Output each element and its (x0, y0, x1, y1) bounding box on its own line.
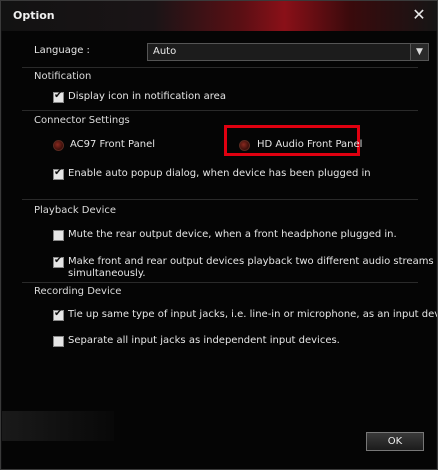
tie-up-checkbox[interactable] (53, 308, 64, 321)
dialog-content: Language : Auto ▼ Notification Display i… (2, 31, 438, 469)
divider (22, 67, 418, 68)
two-streams-label-line1: Make front and rear output devices playb… (68, 256, 434, 267)
divider (22, 110, 418, 111)
option-dialog: Option ✕ Language : Auto ▼ Notification … (0, 0, 438, 470)
show-icon-checkbox[interactable] (53, 90, 64, 103)
two-streams-label-line2: simultaneously. (68, 268, 146, 279)
divider (22, 282, 418, 283)
divider (22, 199, 418, 200)
language-value: Auto (153, 46, 177, 57)
show-icon-label: Display icon in notification area (68, 91, 226, 102)
ac97-label: AC97 Front Panel (70, 139, 155, 150)
hd-audio-label: HD Audio Front Panel (257, 139, 363, 150)
language-label: Language : (34, 45, 90, 56)
title-bar: Option ✕ (1, 1, 437, 31)
tie-up-label: Tie up same type of input jacks, i.e. li… (68, 309, 438, 320)
ac97-radio[interactable] (53, 140, 64, 151)
separate-label: Separate all input jacks as independent … (68, 335, 340, 346)
background-panel (2, 411, 114, 441)
ok-button[interactable]: OK (366, 432, 424, 451)
chevron-down-icon[interactable]: ▼ (410, 44, 428, 60)
mute-rear-checkbox[interactable] (53, 230, 64, 241)
auto-popup-checkbox[interactable] (53, 167, 64, 180)
two-streams-checkbox[interactable] (53, 255, 64, 268)
separate-checkbox[interactable] (53, 336, 64, 347)
window-title: Option (13, 9, 55, 22)
recording-heading: Recording Device (34, 286, 122, 297)
hd-audio-radio[interactable] (239, 140, 250, 151)
notification-heading: Notification (34, 71, 92, 82)
mute-rear-label: Mute the rear output device, when a fron… (68, 229, 397, 240)
auto-popup-label: Enable auto popup dialog, when device ha… (68, 168, 371, 179)
close-icon[interactable]: ✕ (409, 5, 429, 25)
language-select[interactable]: Auto ▼ (147, 43, 429, 61)
playback-heading: Playback Device (34, 205, 116, 216)
connector-heading: Connector Settings (34, 115, 130, 126)
